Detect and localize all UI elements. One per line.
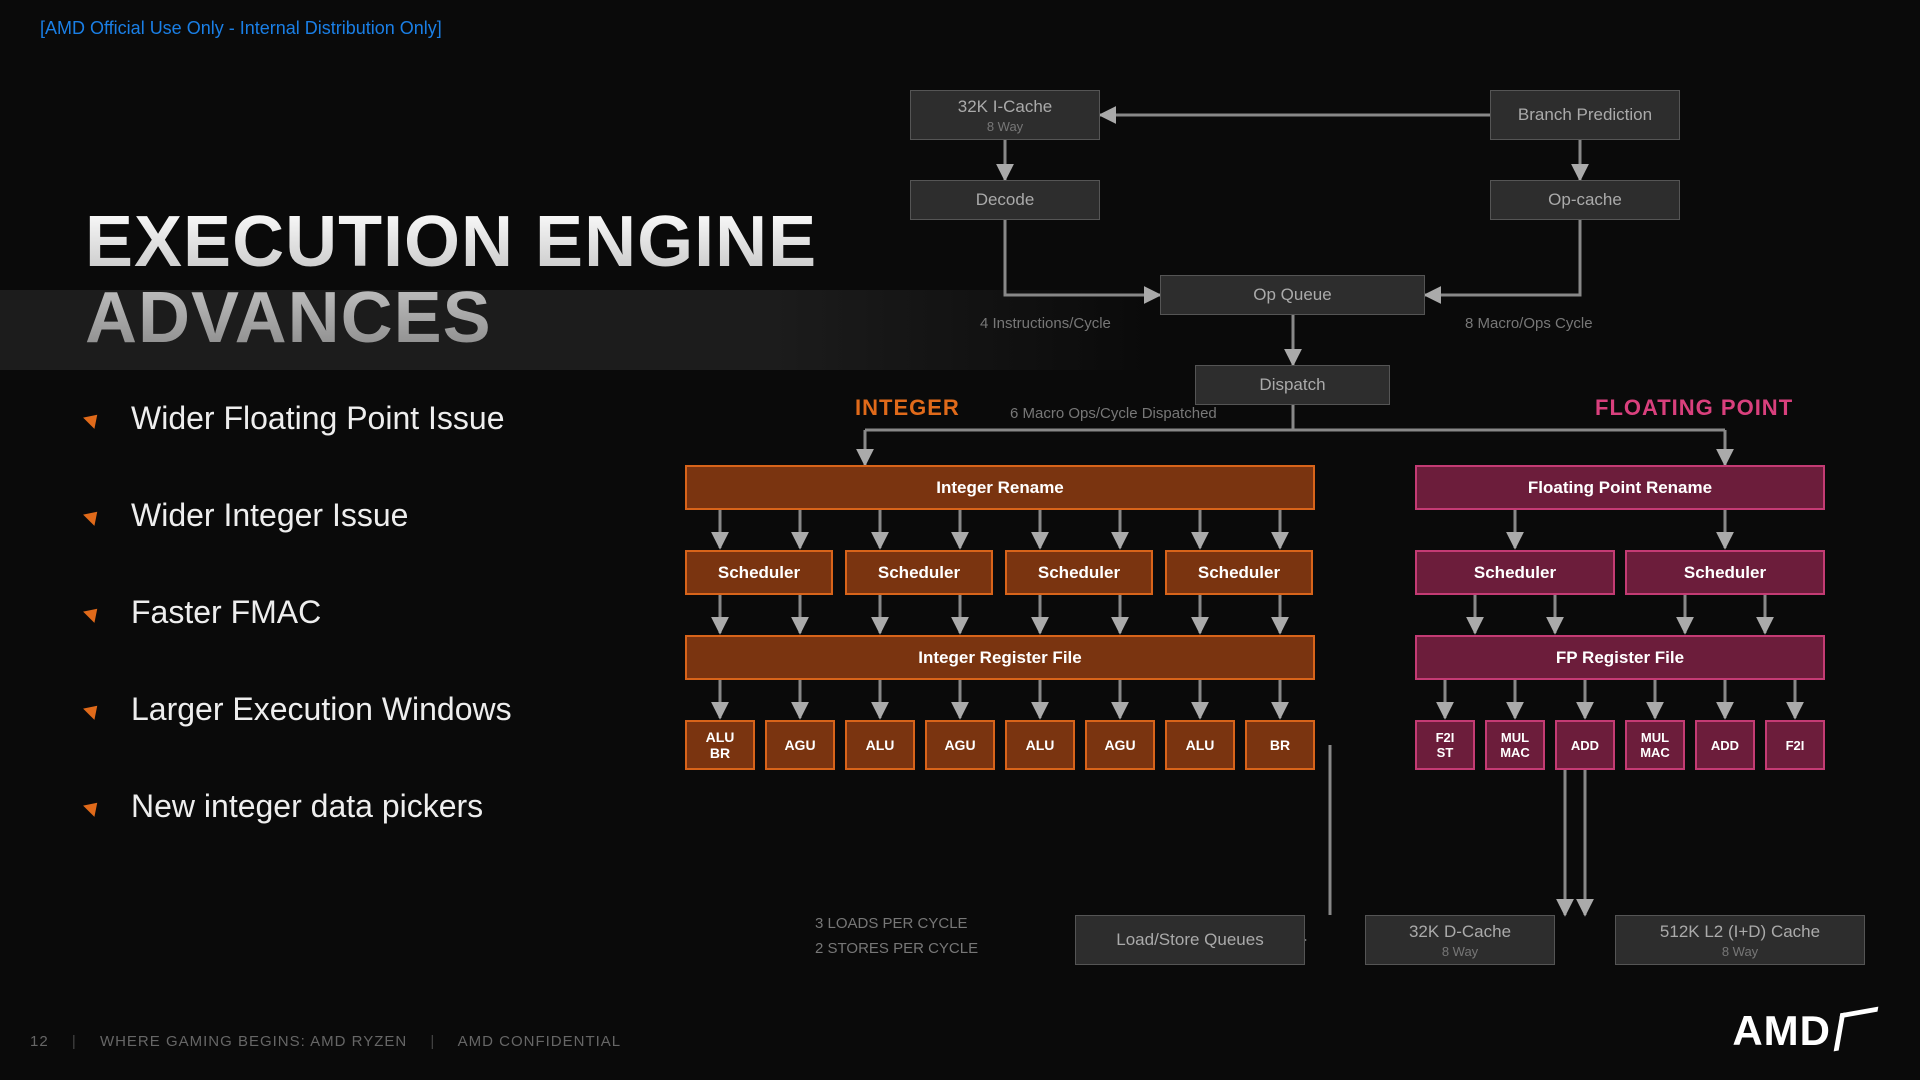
amd-arrow-icon bbox=[1834, 1007, 1879, 1052]
bullet-item: Faster FMAC bbox=[85, 594, 512, 631]
bullet-text: Wider Integer Issue bbox=[131, 497, 408, 534]
int-arrows bbox=[685, 85, 1325, 785]
bullet-text: Larger Execution Windows bbox=[131, 691, 512, 728]
bullet-item: Larger Execution Windows bbox=[85, 691, 512, 728]
bullet-icon bbox=[83, 797, 103, 817]
box-load-store-queues: Load/Store Queues bbox=[1075, 915, 1305, 965]
bullet-icon bbox=[83, 409, 103, 429]
bullet-text: Wider Floating Point Issue bbox=[131, 400, 505, 437]
box-l2-cache: 512K L2 (I+D) Cache 8 Way bbox=[1615, 915, 1865, 965]
bullet-list: Wider Floating Point Issue Wider Integer… bbox=[85, 400, 512, 885]
block-diagram: 32K I-Cache 8 Way Branch Prediction Deco… bbox=[825, 85, 1875, 985]
page-number: 12 bbox=[30, 1033, 49, 1050]
bullet-item: Wider Floating Point Issue bbox=[85, 400, 512, 437]
footer-right: AMD CONFIDENTIAL bbox=[458, 1033, 622, 1050]
footer-mid: WHERE GAMING BEGINS: AMD RYZEN bbox=[100, 1033, 407, 1050]
bullet-icon bbox=[83, 506, 103, 526]
slide-footer: 12 | WHERE GAMING BEGINS: AMD RYZEN | AM… bbox=[30, 1033, 621, 1050]
box-label: 512K L2 (I+D) Cache bbox=[1660, 922, 1820, 942]
bullet-item: Wider Integer Issue bbox=[85, 497, 512, 534]
bullet-icon bbox=[83, 700, 103, 720]
bullet-text: New integer data pickers bbox=[131, 788, 483, 825]
box-dcache: 32K D-Cache 8 Way bbox=[1365, 915, 1555, 965]
fp-arrows bbox=[1415, 85, 1835, 785]
logo-text: AMD bbox=[1732, 1007, 1831, 1055]
hint-loads: 3 LOADS PER CYCLE bbox=[815, 915, 968, 932]
box-sublabel: 8 Way bbox=[1722, 944, 1758, 959]
box-sublabel: 8 Way bbox=[1442, 944, 1478, 959]
amd-logo: AMD bbox=[1732, 1007, 1875, 1055]
box-label: 32K D-Cache bbox=[1409, 922, 1511, 942]
hint-stores: 2 STORES PER CYCLE bbox=[815, 940, 978, 957]
box-label: Load/Store Queues bbox=[1116, 930, 1263, 950]
classification-header: [AMD Official Use Only - Internal Distri… bbox=[40, 18, 442, 39]
bullet-text: Faster FMAC bbox=[131, 594, 321, 631]
title-line2: ADVANCES bbox=[85, 278, 492, 358]
bullet-icon bbox=[83, 603, 103, 623]
bullet-item: New integer data pickers bbox=[85, 788, 512, 825]
